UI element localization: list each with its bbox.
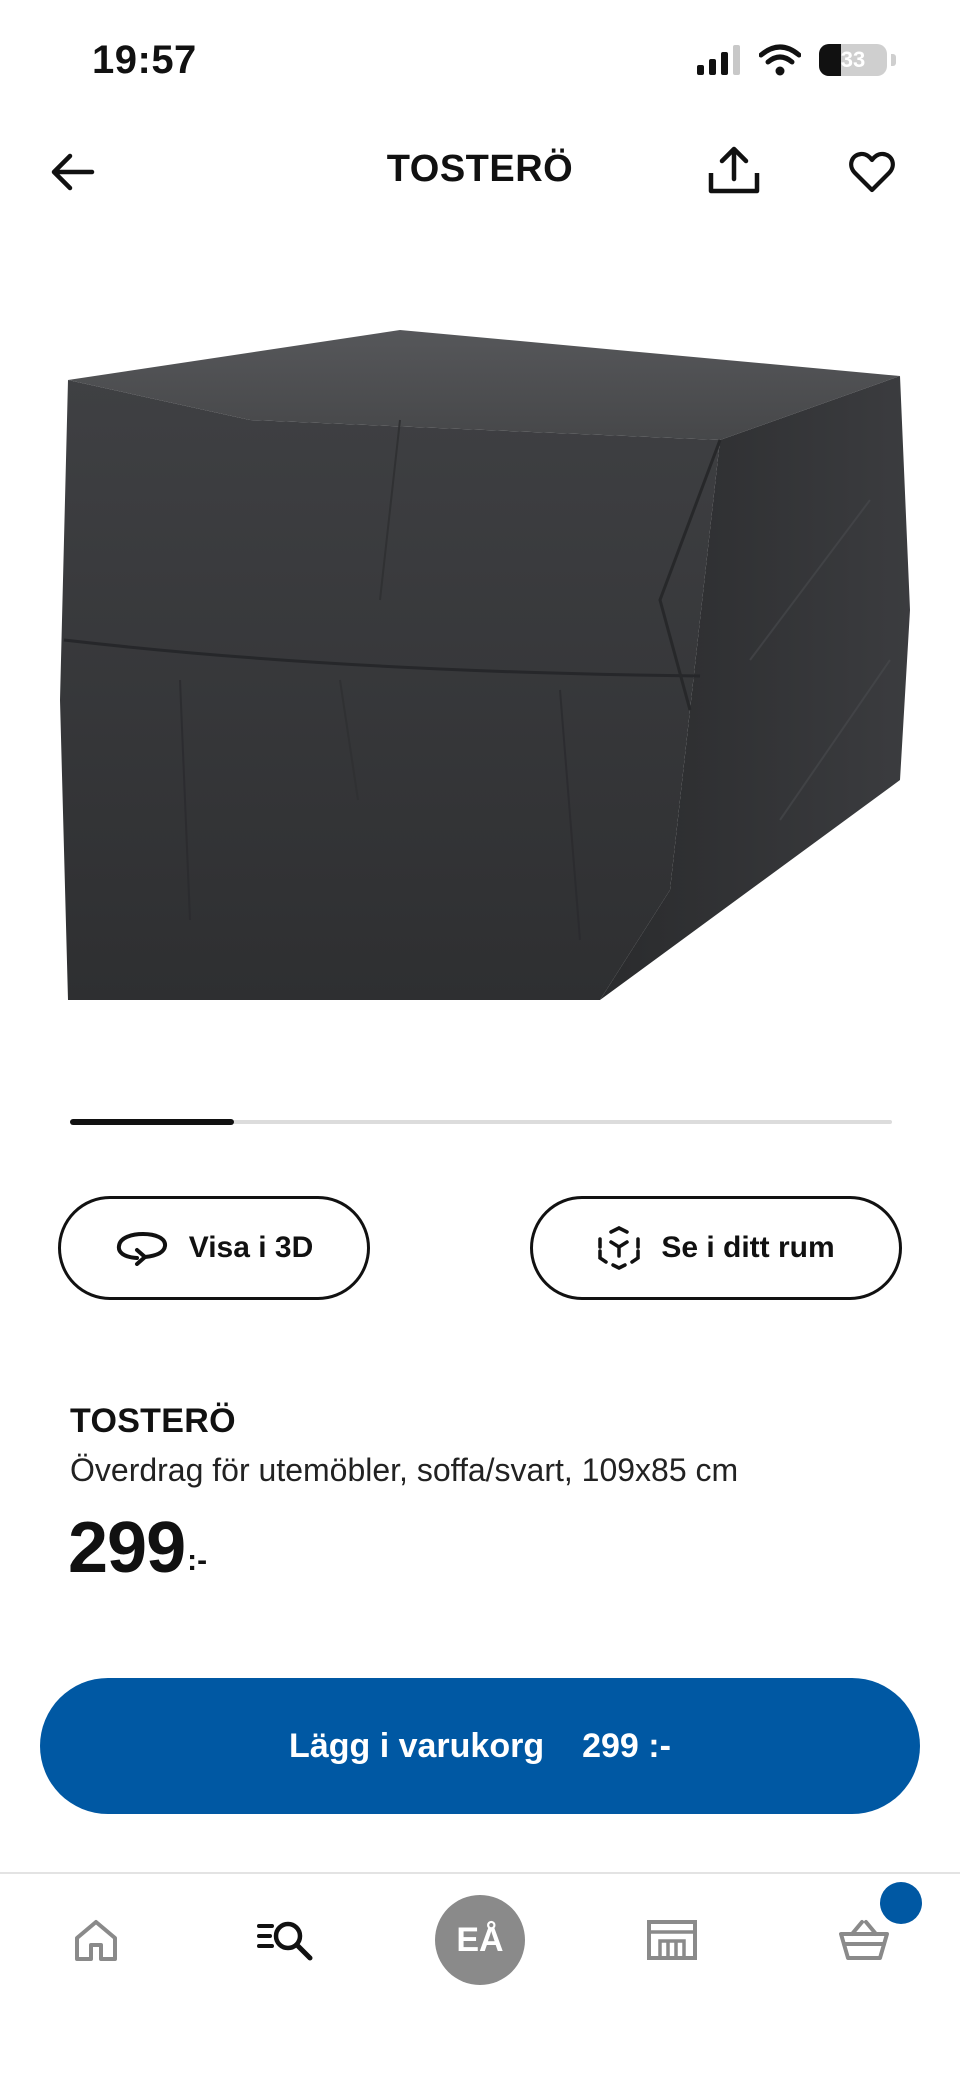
ar-cube-icon (598, 1226, 641, 1270)
basket-icon (839, 1920, 889, 1960)
product-name: TOSTERÖ (70, 1402, 236, 1440)
add-to-cart-price: 299 :- (582, 1726, 671, 1765)
battery-icon: 33 (819, 44, 887, 76)
wifi-icon (759, 44, 801, 76)
product-price: 299 :- (68, 1504, 207, 1584)
battery-tip (891, 54, 896, 66)
cart-badge (880, 1882, 922, 1924)
search-list-icon (257, 1921, 313, 1961)
page-title: TOSTERÖ (386, 148, 574, 190)
product-image[interactable] (40, 300, 920, 1020)
carousel-progress (70, 1119, 235, 1125)
price-suffix: :- (187, 1544, 208, 1577)
avatar: EÅ (435, 1895, 525, 1985)
price-value: 299 (68, 1508, 186, 1588)
view-3d-label: Visa i 3D (188, 1231, 314, 1264)
favorite-button[interactable] (842, 142, 902, 202)
status-time: 19:57 (92, 38, 197, 82)
heart-icon (849, 151, 895, 193)
nav-search[interactable] (226, 1890, 346, 1990)
signal-icon (697, 45, 740, 75)
status-icons: 33 (697, 44, 896, 76)
share-icon (708, 146, 760, 194)
view-in-room-button[interactable]: Se i ditt rum (530, 1196, 902, 1300)
nav-divider (0, 1872, 960, 1874)
image-carousel-indicator[interactable] (70, 1119, 892, 1125)
nav-home[interactable] (36, 1890, 156, 1990)
nav-profile[interactable]: EÅ (420, 1890, 540, 1990)
nav-store[interactable] (612, 1890, 732, 1990)
add-to-cart-label: Lägg i varukorg (289, 1726, 545, 1765)
product-description: Överdrag för utemöbler, soffa/svart, 109… (70, 1452, 739, 1488)
view-3d-button[interactable]: Visa i 3D (58, 1196, 370, 1300)
home-icon (75, 1920, 117, 1961)
battery-level: 33 (840, 47, 866, 72)
store-icon (647, 1920, 697, 1960)
share-button[interactable] (704, 140, 764, 200)
view-in-room-label: Se i ditt rum (661, 1231, 835, 1264)
rotate-3d-icon (116, 1231, 167, 1266)
add-to-cart-button[interactable]: Lägg i varukorg 299 :- (40, 1678, 920, 1814)
